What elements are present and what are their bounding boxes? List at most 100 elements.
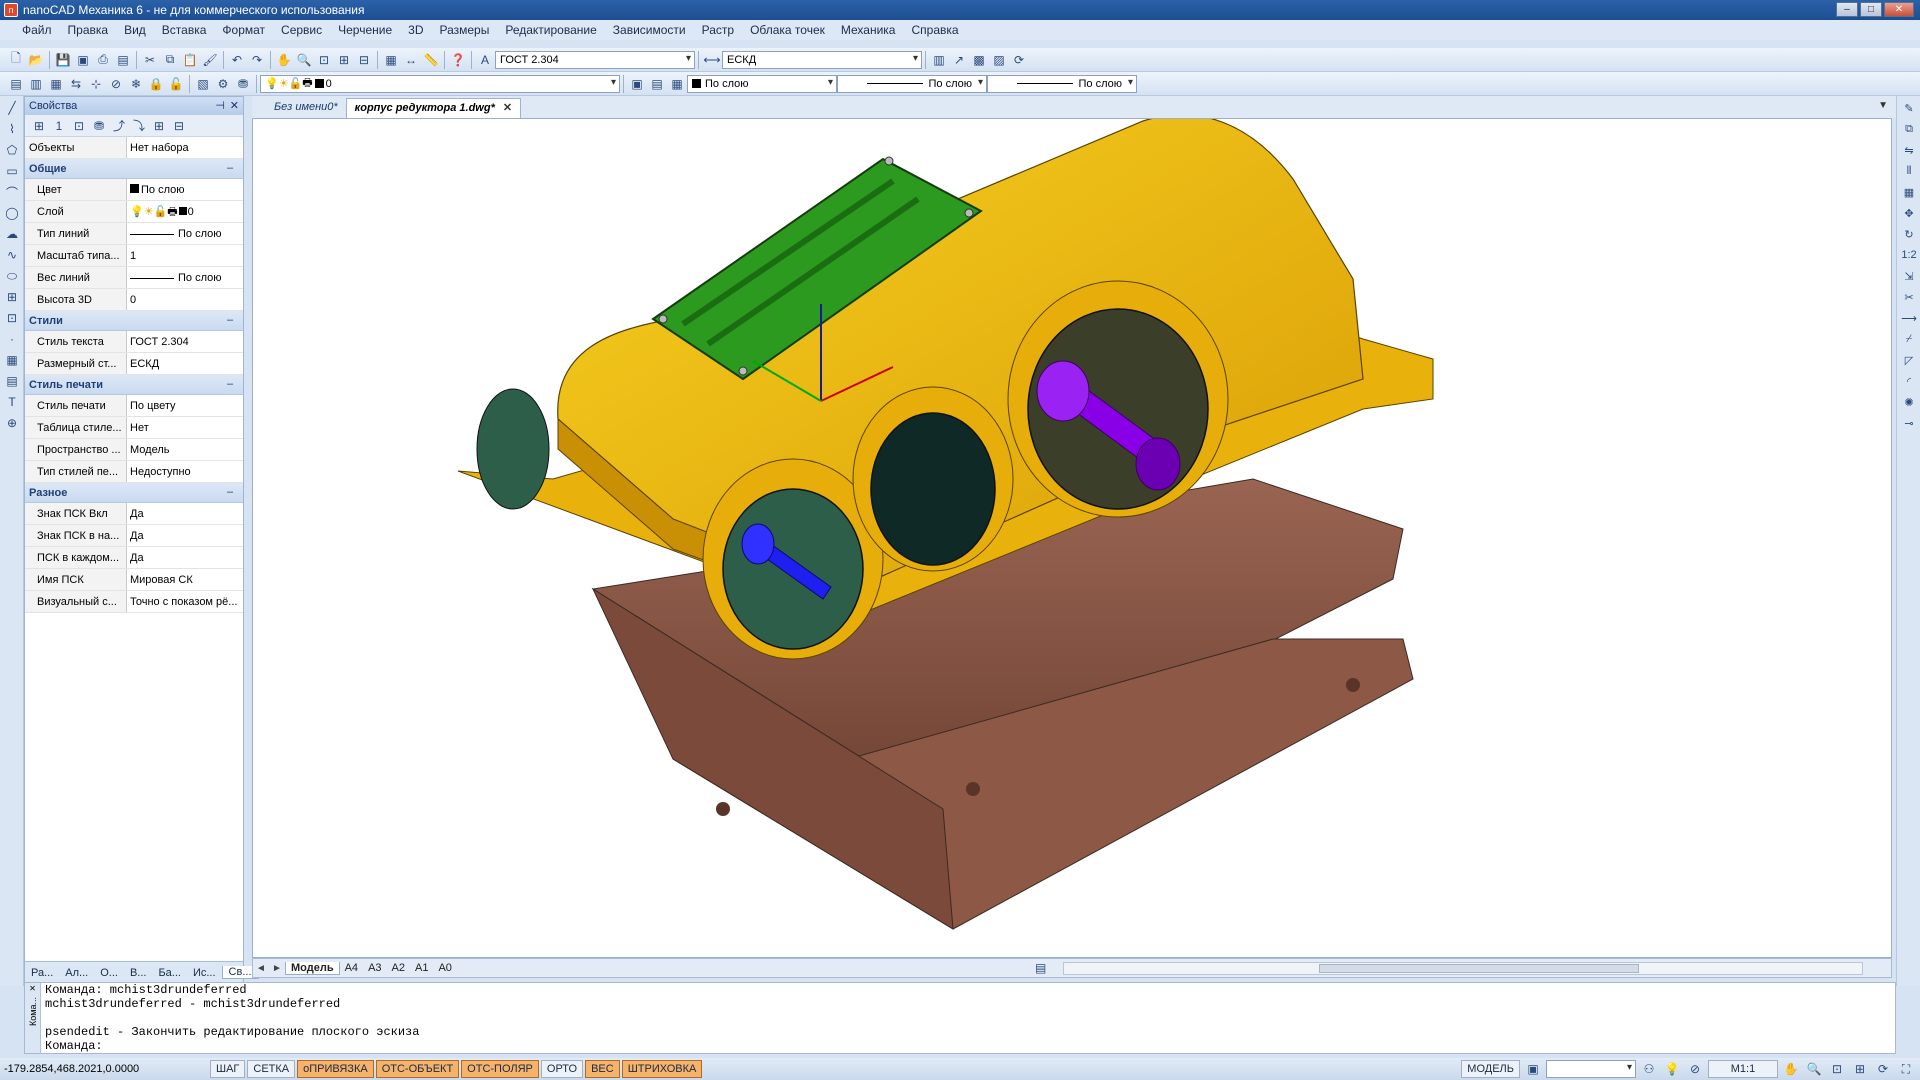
menu-dimensions[interactable]: Размеры [431, 23, 497, 37]
prop-row-plot-table[interactable]: Таблица стиле... Нет [25, 417, 243, 439]
prop-value[interactable]: По слою [127, 223, 243, 244]
layer-states-icon[interactable]: ▥ [27, 75, 45, 93]
prop-row-plot-style-type[interactable]: Тип стилей пе... Недоступно [25, 461, 243, 483]
doc-tab-gearbox[interactable]: корпус редуктора 1.dwg* ✕ [345, 98, 522, 118]
layer-isolate-icon[interactable]: ⊹ [87, 75, 105, 93]
help-icon[interactable]: ❓ [449, 51, 467, 69]
prop-value[interactable]: 1 [127, 245, 243, 266]
osnap-toggle[interactable]: оПРИВЯЗКА [297, 1060, 374, 1078]
polygon-icon[interactable]: ⬠ [3, 141, 21, 159]
layer-settings-icon[interactable]: ⚙ [214, 75, 232, 93]
copy-icon[interactable]: ⧉ [161, 51, 179, 69]
prop-value[interactable]: Да [127, 547, 243, 568]
prop-row-thickness[interactable]: Высота 3D 0 [25, 289, 243, 311]
prop-value[interactable]: Да [127, 503, 243, 524]
extend-icon[interactable]: ⟶ [1900, 309, 1918, 327]
scale-icon[interactable]: 1:2 [1900, 246, 1918, 264]
otrack-toggle[interactable]: ОТС-ОБЪЕКТ [375, 1060, 460, 1078]
linetype-select[interactable]: По слою [837, 74, 987, 93]
tab-a0[interactable]: А0 [433, 962, 456, 974]
cut-icon[interactable]: ✂ [141, 51, 159, 69]
table-icon[interactable]: ▤ [3, 372, 21, 390]
tab-a1[interactable]: А1 [410, 962, 433, 974]
prop-value[interactable]: Нет [127, 417, 243, 438]
tab-a2[interactable]: А2 [387, 962, 410, 974]
polyline-icon[interactable]: ⌇ [3, 120, 21, 138]
expand-icon[interactable]: ⊞ [150, 117, 168, 135]
prop-row-dim-style[interactable]: Размерный ст... ЕСКД [25, 353, 243, 375]
filter-icon[interactable]: ⛃ [90, 117, 108, 135]
panel-tab[interactable]: Ба... [152, 967, 187, 979]
tab-scroll-right-icon[interactable]: ► [269, 963, 285, 974]
menu-help[interactable]: Справка [903, 23, 966, 37]
close-button[interactable]: ✕ [1884, 2, 1914, 17]
make-current-layer-icon[interactable]: ▣ [628, 75, 646, 93]
prop-row-visual-style[interactable]: Визуальный с... Точно с показом рё... [25, 591, 243, 613]
layer-delete-icon[interactable]: ▦ [668, 75, 686, 93]
save-icon[interactable]: 💾 [54, 51, 72, 69]
drawing-viewport[interactable] [252, 118, 1892, 958]
insert-block-icon[interactable]: ⊞ [3, 288, 21, 306]
prop-value[interactable]: 0 [127, 289, 243, 310]
pin-icon[interactable]: ⊣ [215, 99, 225, 112]
fullscreen-icon[interactable]: ⛶ [1897, 1060, 1915, 1078]
panel-tab[interactable]: Ис... [187, 967, 222, 979]
regen-icon[interactable]: ▦ [382, 51, 400, 69]
spline-icon[interactable]: ∿ [3, 246, 21, 264]
section-styles[interactable]: Стили [25, 310, 243, 331]
refresh-icon[interactable]: ⟳ [1010, 51, 1028, 69]
zoom-realtime-icon[interactable]: 🔍 [295, 51, 313, 69]
collapse-icon[interactable]: ⊟ [170, 117, 188, 135]
prop-row-color[interactable]: Цвет По слою [25, 179, 243, 201]
menu-point-clouds[interactable]: Облака точек [742, 23, 833, 37]
viewport-icon[interactable]: ▣ [1524, 1060, 1542, 1078]
explode-icon[interactable]: ✺ [1900, 393, 1918, 411]
menu-file[interactable]: Файл [14, 23, 60, 37]
scrollbar-thumb[interactable] [1319, 964, 1639, 973]
scale-display[interactable]: М1:1 [1708, 1060, 1778, 1078]
zoom-window-status-icon[interactable]: ⊡ [1828, 1060, 1846, 1078]
hatch-toggle[interactable]: ШТРИХОВКА [621, 1060, 703, 1078]
panel-tab[interactable]: В... [124, 967, 153, 979]
ellipse-icon[interactable]: ⬭ [3, 267, 21, 285]
objects-value[interactable]: Нет набора [127, 137, 243, 158]
circle-icon[interactable]: ◯ [3, 204, 21, 222]
prop-row-lineweight[interactable]: Вес линий По слою [25, 267, 243, 289]
prop-value[interactable]: Точно с показом рё... [127, 591, 243, 612]
print-preview-icon[interactable]: ▤ [114, 51, 132, 69]
tab-a4[interactable]: А4 [340, 962, 363, 974]
offset-icon[interactable]: ⫴ [1900, 162, 1918, 180]
layer-walk-icon[interactable]: ▧ [194, 75, 212, 93]
tabs-dropdown-icon[interactable]: ▼ [1878, 100, 1888, 111]
menu-format[interactable]: Формат [214, 23, 273, 37]
menu-modify[interactable]: Редактирование [497, 23, 604, 37]
color-select[interactable]: По слою [687, 74, 837, 93]
layout-icon[interactable]: ▨ [990, 51, 1008, 69]
prop-value[interactable]: Недоступно [127, 461, 243, 482]
point-icon[interactable]: · [3, 330, 21, 348]
prop-value[interactable]: ЕСКД [127, 353, 243, 374]
import-icon[interactable]: ⤵ [130, 117, 148, 135]
match-properties-icon[interactable]: 🖌 [201, 51, 219, 69]
zoom-previous-icon[interactable]: ⊟ [355, 51, 373, 69]
maximize-button[interactable]: □ [1860, 2, 1882, 17]
text-style-select[interactable]: ГОСТ 2.304 [495, 50, 695, 69]
zoom-extents-icon[interactable]: ⊞ [335, 51, 353, 69]
layer-manager-icon[interactable]: ▤ [7, 75, 25, 93]
dim-style-select[interactable]: ЕСКД [722, 50, 922, 69]
export-icon[interactable]: ⤴ [110, 117, 128, 135]
erase-icon[interactable]: ✎ [1900, 99, 1918, 117]
command-prompt[interactable]: Команда: [45, 1039, 103, 1053]
prop-value[interactable]: Да [127, 525, 243, 546]
panel-tab[interactable]: О... [94, 967, 124, 979]
close-tab-icon[interactable]: ✕ [503, 102, 512, 114]
new-file-icon[interactable]: 🗋 [7, 51, 25, 69]
layer-filter-icon[interactable]: ⛃ [234, 75, 252, 93]
tab-scroll-left-icon[interactable]: ◄ [253, 963, 269, 974]
trim-icon[interactable]: ✂ [1900, 288, 1918, 306]
layer-match-icon[interactable]: ⇆ [67, 75, 85, 93]
prop-value[interactable]: 💡☀🔓🖶 0 [127, 201, 243, 222]
undo-icon[interactable]: ↶ [228, 51, 246, 69]
prop-row-ltscale[interactable]: Масштаб типа... 1 [25, 245, 243, 267]
layout-icon[interactable]: ▤ [1035, 961, 1046, 975]
